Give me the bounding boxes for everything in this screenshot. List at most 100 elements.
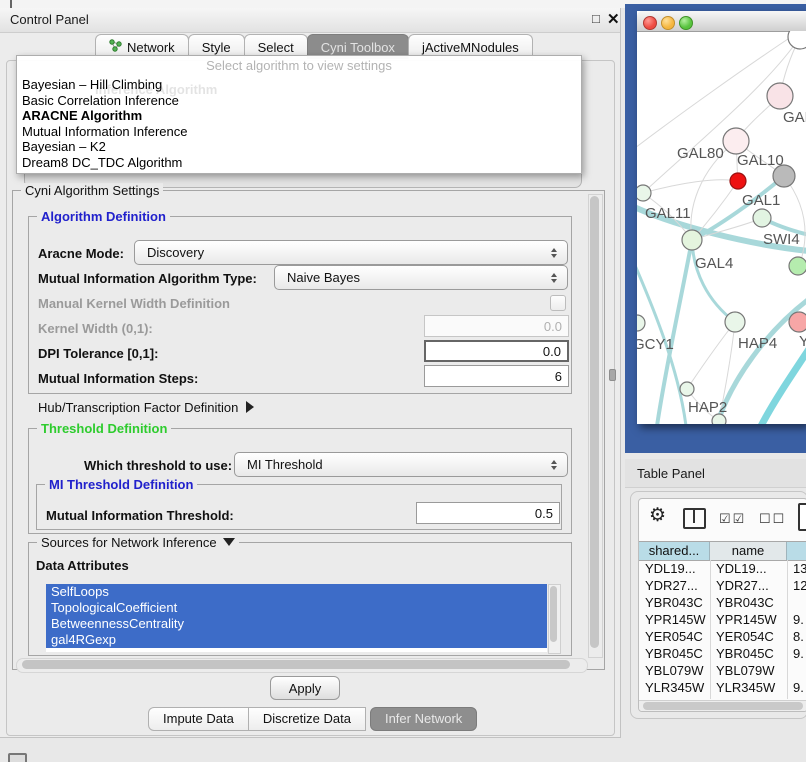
algorithm-option-bayesian-hill-climbing[interactable]: Bayesian – Hill Climbing xyxy=(20,77,578,93)
columns-icon[interactable] xyxy=(683,508,706,529)
table-row[interactable]: YIL052CYIL052C9 xyxy=(639,696,806,699)
network-node[interactable] xyxy=(789,257,806,275)
table-cell: YPR145W xyxy=(716,611,787,628)
network-edge[interactable] xyxy=(692,240,735,322)
minimized-window-icon[interactable] xyxy=(8,753,27,762)
aracne-mode-label: Aracne Mode: xyxy=(38,246,124,261)
algorithm-option-basic-correlation-inference[interactable]: Basic Correlation Inference xyxy=(20,93,578,109)
table-row[interactable]: YDL19...YDL19...13 xyxy=(639,560,806,577)
network-edge[interactable] xyxy=(643,180,738,193)
table-cell: 9. xyxy=(793,679,806,696)
dpi-tolerance-label: DPI Tolerance [0,1]: xyxy=(38,346,158,361)
export-table-icon[interactable] xyxy=(798,503,806,531)
table-row[interactable]: YLR345WYLR345W9. xyxy=(639,679,806,696)
network-node[interactable] xyxy=(789,312,806,332)
aracne-mode-combobox[interactable]: Discovery xyxy=(134,240,568,265)
zoom-traffic-light-icon[interactable] xyxy=(679,16,693,30)
table-cell: YBR043C xyxy=(716,594,787,611)
table-horizontal-scrollbar[interactable] xyxy=(639,700,806,712)
network-graph: GALGAL80GAL10GAL11GAL1SWI4GAL4GCY1HAP4YH… xyxy=(637,31,806,424)
sources-group-title[interactable]: Sources for Network Inference xyxy=(37,535,239,550)
network-edge[interactable] xyxy=(687,322,735,389)
network-node[interactable] xyxy=(682,230,702,250)
combo-arrows-icon xyxy=(547,248,561,258)
table-cell: YLR345W xyxy=(716,679,787,696)
table-header-row[interactable]: shared...name xyxy=(639,541,806,561)
deselect-all-checkboxes-icon[interactable]: ☐☐ xyxy=(759,511,786,527)
network-edge[interactable] xyxy=(761,349,806,424)
table-cell: YDR27... xyxy=(716,577,787,594)
bottom-tab-infer-network[interactable]: Infer Network xyxy=(370,707,477,731)
mi-threshold-field[interactable]: 0.5 xyxy=(416,502,560,524)
kernel-width-field[interactable]: 0.0 xyxy=(424,315,569,337)
mi-steps-field[interactable]: 6 xyxy=(424,365,569,387)
node-label-gal10: GAL10 xyxy=(737,152,784,169)
panel-splitter-handle[interactable] xyxy=(609,369,616,381)
table-row[interactable]: YBR043CYBR043C xyxy=(639,594,806,611)
network-canvas[interactable]: GALGAL80GAL10GAL11GAL1SWI4GAL4GCY1HAP4YH… xyxy=(637,31,806,424)
attribute-item-betweennesscentrality[interactable]: BetweennessCentrality xyxy=(46,616,547,632)
select-all-checkboxes-icon[interactable]: ☑☑ xyxy=(719,511,746,527)
close-icon[interactable]: ✕ xyxy=(607,10,620,28)
data-attributes-list[interactable]: SelfLoopsTopologicalCoefficientBetweenne… xyxy=(46,584,547,652)
table-cell: 9. xyxy=(793,645,806,662)
network-node[interactable] xyxy=(767,83,793,109)
node-label-gal1: GAL1 xyxy=(742,192,780,209)
table-row[interactable]: YER054CYER054C8. xyxy=(639,628,806,645)
mi-algorithm-type-value: Naive Bayes xyxy=(275,270,547,285)
network-view-window[interactable]: GALGAL80GAL10GAL11GAL1SWI4GAL4GCY1HAP4YH… xyxy=(637,11,806,424)
attribute-item-topologicalcoefficient[interactable]: TopologicalCoefficient xyxy=(46,600,547,616)
network-node[interactable] xyxy=(637,315,645,331)
table-panel-titlebar: Table Panel xyxy=(625,459,806,488)
mi-algorithm-type-combobox[interactable]: Naive Bayes xyxy=(274,265,568,290)
settings-horizontal-scrollbar[interactable] xyxy=(16,658,588,673)
network-node[interactable] xyxy=(753,209,771,227)
table-cell: YBL079W xyxy=(716,662,787,679)
close-traffic-light-icon[interactable] xyxy=(643,16,657,30)
hub-definition-expander[interactable]: Hub/Transcription Factor Definition xyxy=(38,400,254,415)
table-row[interactable]: YDR27...YDR27...12 xyxy=(639,577,806,594)
column-header-2[interactable] xyxy=(787,542,806,560)
bottom-tab-discretize-data[interactable]: Discretize Data xyxy=(249,707,366,731)
which-threshold-combobox[interactable]: MI Threshold xyxy=(234,452,568,477)
network-window-titlebar[interactable] xyxy=(637,11,806,32)
algorithm-option-mutual-information-inference[interactable]: Mutual Information Inference xyxy=(20,124,578,140)
gear-icon[interactable]: ⚙ xyxy=(649,504,666,527)
manual-kernel-width-checkbox[interactable] xyxy=(550,295,566,311)
network-node[interactable] xyxy=(725,312,745,332)
table-row[interactable]: YBL079WYBL079W xyxy=(639,662,806,679)
data-attributes-label: Data Attributes xyxy=(36,558,129,573)
dpi-tolerance-field[interactable]: 0.0 xyxy=(424,340,569,362)
network-node[interactable] xyxy=(723,128,749,154)
network-node[interactable] xyxy=(680,382,694,396)
kernel-width-label: Kernel Width (0,1): xyxy=(38,321,153,336)
table-row[interactable]: YBR045CYBR045C9. xyxy=(639,645,806,662)
apply-button[interactable]: Apply xyxy=(270,676,340,700)
table-cell: YPR145W xyxy=(645,611,710,628)
mi-threshold-label: Mutual Information Threshold: xyxy=(46,508,234,523)
table-row[interactable]: YPR145WYPR145W9. xyxy=(639,611,806,628)
attributes-list-scrollbar[interactable] xyxy=(548,584,561,654)
network-node[interactable] xyxy=(730,173,746,189)
algorithm-option-dream8-dc-tdc-algorithm[interactable]: Dream8 DC_TDC Algorithm xyxy=(20,155,578,171)
column-header-shared-[interactable]: shared... xyxy=(639,542,710,560)
bottom-tab-impute-data[interactable]: Impute Data xyxy=(148,707,249,731)
algorithm-option-bayesian-k2[interactable]: Bayesian – K2 xyxy=(20,139,578,155)
attribute-item-gal4rgexp[interactable]: gal4RGexp xyxy=(46,632,547,648)
column-header-name[interactable]: name xyxy=(710,542,787,560)
attribute-item-selfloops[interactable]: SelfLoops xyxy=(46,584,547,600)
network-node[interactable] xyxy=(637,185,651,201)
minimize-traffic-light-icon[interactable] xyxy=(661,16,675,30)
manual-kernel-width-label: Manual Kernel Width Definition xyxy=(38,296,230,311)
network-node[interactable] xyxy=(788,31,806,49)
node-label-hap2: HAP2 xyxy=(688,399,727,416)
table-cell: YIL052C xyxy=(716,696,787,699)
settings-vertical-scrollbar[interactable] xyxy=(588,194,603,658)
algorithm-definition-title: Algorithm Definition xyxy=(37,209,170,224)
float-window-icon[interactable]: □ xyxy=(592,11,600,26)
table-cell: 13 xyxy=(793,560,806,577)
node-label-y: Y xyxy=(799,333,806,350)
table-cell: YBR045C xyxy=(645,645,710,662)
threshold-definition-title: Threshold Definition xyxy=(37,421,171,436)
algorithm-option-aracne-algorithm[interactable]: ARACNE Algorithm xyxy=(20,108,578,124)
